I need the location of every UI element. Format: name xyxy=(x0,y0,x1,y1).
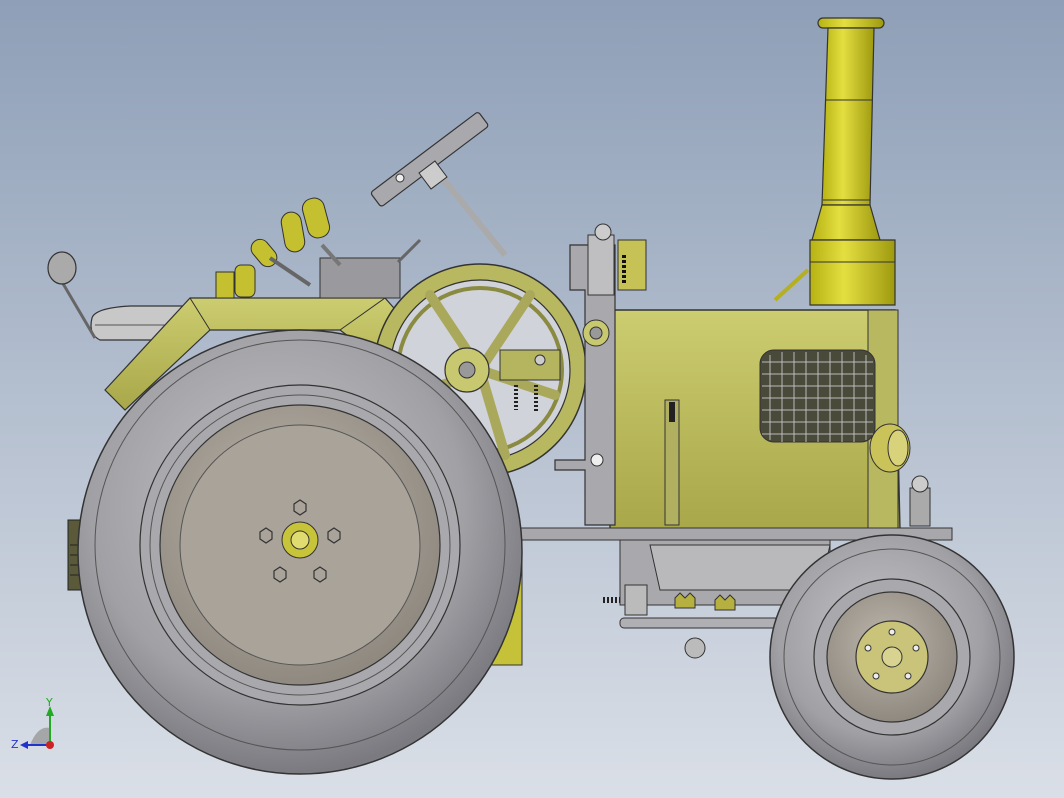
rear-wheel[interactable] xyxy=(77,329,523,775)
triad-y-label: Y xyxy=(45,696,53,709)
x-axis-icon xyxy=(46,741,54,749)
model-canvas[interactable]: Y Z xyxy=(0,0,1064,798)
seat-back-icon xyxy=(47,251,77,285)
graphics-viewport[interactable]: Y Z xyxy=(0,0,1064,798)
triad-z-label: Z xyxy=(11,738,19,751)
engine-block[interactable] xyxy=(609,309,911,531)
front-wheel[interactable] xyxy=(769,534,1015,780)
